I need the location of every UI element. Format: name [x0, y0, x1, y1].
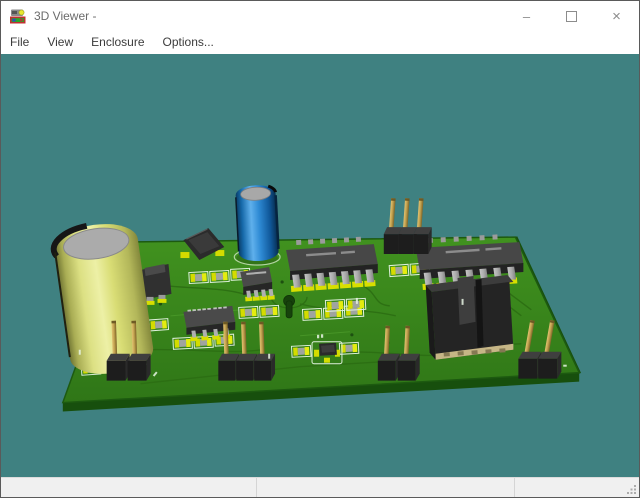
menu-item-enclosure[interactable]: Enclosure	[82, 31, 153, 54]
small-electrolytic-capacitor-blue	[235, 184, 280, 265]
pcb-3d-scene	[50, 184, 581, 412]
menu-item-file[interactable]: File	[1, 31, 38, 54]
titlebar[interactable]: 3D Viewer - – ×	[1, 1, 639, 31]
maximize-icon	[566, 10, 577, 22]
power-inductor	[180, 228, 225, 261]
icon-board-blue-part	[12, 18, 16, 22]
app-icon	[10, 9, 26, 24]
icon-chip-detail	[12, 11, 17, 14]
maximize-button[interactable]	[549, 1, 594, 31]
window-title: 3D Viewer -	[34, 9, 97, 23]
close-icon: ×	[612, 7, 621, 25]
relay-black	[425, 274, 514, 360]
viewport-3d[interactable]	[1, 54, 639, 479]
menu-item-view[interactable]: View	[38, 31, 82, 54]
pin-header-3pin-rear	[383, 198, 432, 255]
menubar: File View Enclosure Options...	[1, 31, 639, 54]
minimize-button[interactable]: –	[504, 1, 549, 31]
resize-grip[interactable]	[627, 485, 637, 495]
close-button[interactable]: ×	[594, 1, 639, 31]
statusbar	[1, 477, 639, 497]
statusbar-section-1	[1, 478, 256, 497]
app-window: 3D Viewer - – × File View Enclosure Opti…	[0, 0, 640, 498]
statusbar-section-3	[515, 478, 639, 497]
minimize-icon: –	[522, 8, 531, 24]
statusbar-section-2	[256, 478, 515, 497]
icon-board-red-part	[20, 18, 23, 22]
window-controls: – ×	[504, 1, 639, 31]
menu-item-options[interactable]: Options...	[154, 31, 223, 54]
icon-capacitor-top	[18, 9, 25, 16]
